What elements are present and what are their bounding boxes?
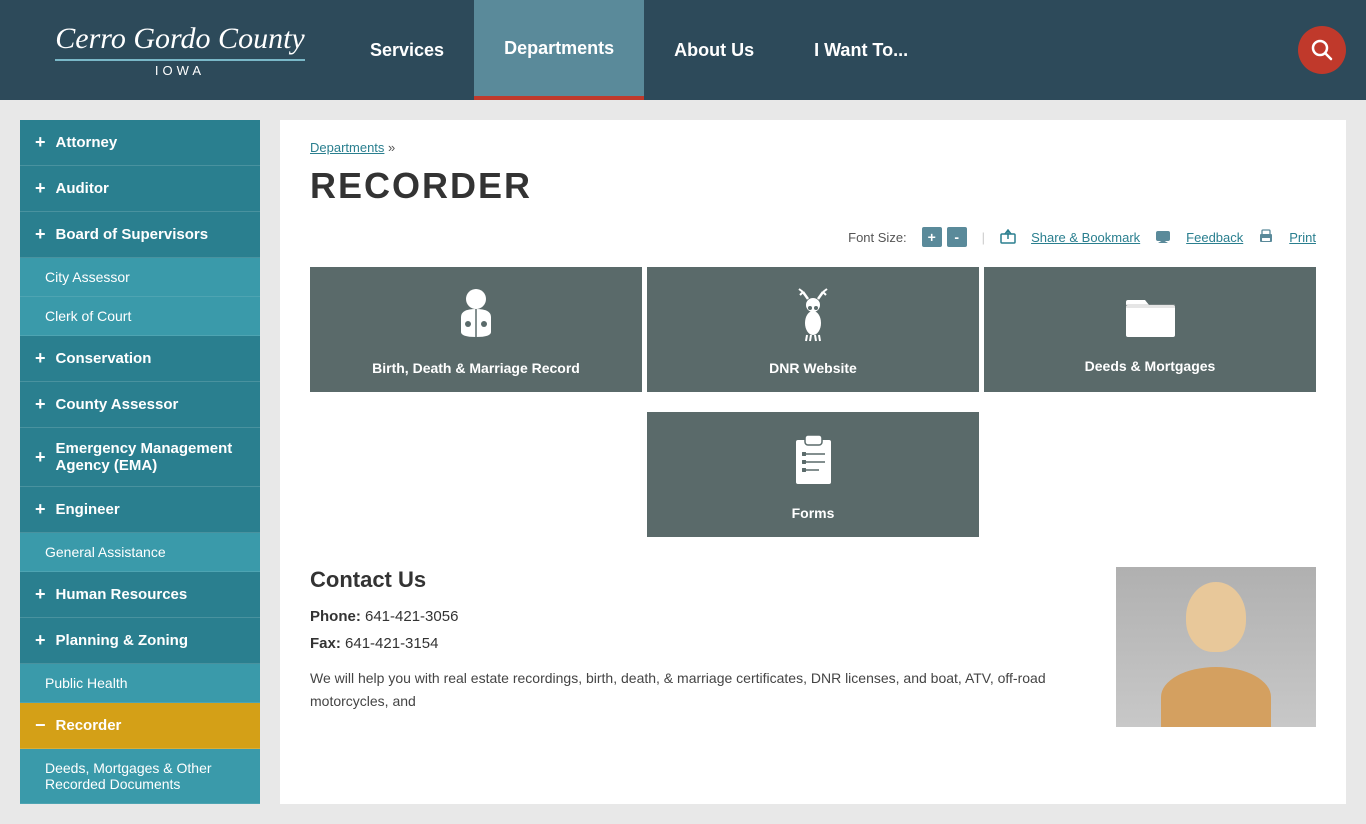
breadcrumb: Departments »: [310, 140, 1316, 155]
main-nav: Services Departments About Us I Want To.…: [340, 0, 1278, 100]
contact-description: We will help you with real estate record…: [310, 667, 1096, 712]
sidebar-item-deeds-mortgages[interactable]: Deeds, Mortgages & Other Recorded Docume…: [20, 749, 260, 804]
expand-icon: +: [35, 584, 46, 605]
sidebar: + Attorney + Auditor + Board of Supervis…: [20, 120, 260, 804]
sidebar-item-ema[interactable]: + Emergency Management Agency (EMA): [20, 428, 260, 487]
collapse-icon: −: [35, 715, 46, 736]
breadcrumb-separator: »: [388, 140, 395, 155]
deer-icon: [788, 287, 838, 349]
expand-icon: +: [35, 394, 46, 415]
nav-about-us[interactable]: About Us: [644, 0, 784, 100]
sidebar-item-conservation[interactable]: + Conservation: [20, 336, 260, 382]
logo-cursive: Cerro Gordo County: [55, 21, 304, 57]
site-header: Cerro Gordo County IOWA Services Departm…: [0, 0, 1366, 100]
card-forms[interactable]: Forms: [647, 412, 979, 537]
icon-grid-row1: Birth, Death & Marriage Record: [310, 267, 1316, 392]
card-label: Deeds & Mortgages: [1085, 357, 1216, 375]
icon-grid-row2: Forms: [310, 412, 1316, 537]
font-decrease-button[interactable]: -: [947, 227, 967, 247]
contact-section: Contact Us Phone: 641-421-3056 Fax: 641-…: [310, 567, 1316, 727]
font-increase-button[interactable]: +: [922, 227, 942, 247]
search-button[interactable]: [1298, 26, 1346, 74]
sidebar-item-recorder[interactable]: − Recorder: [20, 703, 260, 749]
nav-services[interactable]: Services: [340, 0, 474, 100]
card-birth-death-marriage[interactable]: Birth, Death & Marriage Record: [310, 267, 642, 392]
sidebar-item-human-resources[interactable]: + Human Resources: [20, 572, 260, 618]
sidebar-item-label: County Assessor: [56, 396, 179, 413]
person-image: [1116, 567, 1316, 727]
expand-icon: +: [35, 224, 46, 245]
toolbar-divider: |: [982, 230, 985, 245]
expand-icon: +: [35, 499, 46, 520]
print-link[interactable]: Print: [1289, 230, 1316, 245]
card-label: Birth, Death & Marriage Record: [372, 359, 580, 377]
contact-text: Contact Us Phone: 641-421-3056 Fax: 641-…: [310, 567, 1096, 727]
share-bookmark-link[interactable]: Share & Bookmark: [1031, 230, 1140, 245]
nav-departments[interactable]: Departments: [474, 0, 644, 100]
toolbar: Font Size: + - | Share & Bookmark Feedba…: [310, 227, 1316, 247]
sidebar-item-label: Conservation: [56, 350, 152, 367]
sidebar-item-attorney[interactable]: + Attorney: [20, 120, 260, 166]
sidebar-item-auditor[interactable]: + Auditor: [20, 166, 260, 212]
sidebar-item-county-assessor[interactable]: + County Assessor: [20, 382, 260, 428]
expand-icon: +: [35, 132, 46, 153]
page-container: + Attorney + Auditor + Board of Supervis…: [0, 100, 1366, 824]
sidebar-item-clerk-of-court[interactable]: Clerk of Court: [20, 297, 260, 336]
font-size-controls: + -: [922, 227, 967, 247]
card-label: DNR Website: [769, 359, 857, 377]
sidebar-item-label: Planning & Zoning: [56, 632, 188, 649]
logo-text: Cerro Gordo County IOWA: [55, 21, 304, 79]
sidebar-item-label: Auditor: [56, 180, 109, 197]
card-label: Forms: [792, 504, 835, 522]
contact-phone: Phone: 641-421-3056: [310, 608, 1096, 625]
expand-icon: +: [35, 447, 46, 468]
font-size-label: Font Size:: [848, 230, 907, 245]
sidebar-item-label: Engineer: [56, 501, 120, 518]
logo-area[interactable]: Cerro Gordo County IOWA: [20, 21, 340, 79]
sidebar-item-label: Deeds, Mortgages & Other Recorded Docume…: [45, 760, 245, 792]
sidebar-item-engineer[interactable]: + Engineer: [20, 487, 260, 533]
sidebar-item-planning-zoning[interactable]: + Planning & Zoning: [20, 618, 260, 664]
main-content: Departments » RECORDER Font Size: + - | …: [280, 120, 1346, 804]
nav-i-want-to[interactable]: I Want To...: [784, 0, 938, 100]
feedback-link[interactable]: Feedback: [1186, 230, 1243, 245]
sidebar-item-label: Clerk of Court: [45, 308, 131, 324]
contact-fax: Fax: 641-421-3154: [310, 635, 1096, 652]
contact-title: Contact Us: [310, 567, 1096, 593]
sidebar-item-label: General Assistance: [45, 544, 166, 560]
sidebar-item-city-assessor[interactable]: City Assessor: [20, 258, 260, 297]
expand-icon: +: [35, 178, 46, 199]
sidebar-item-board-of-supervisors[interactable]: + Board of Supervisors: [20, 212, 260, 258]
sidebar-item-label: City Assessor: [45, 269, 130, 285]
sidebar-item-label: Emergency Management Agency (EMA): [56, 440, 245, 474]
sidebar-item-public-health[interactable]: Public Health: [20, 664, 260, 703]
page-title: RECORDER: [310, 165, 1316, 207]
sidebar-item-label: Human Resources: [56, 586, 188, 603]
sidebar-item-label: Recorder: [56, 717, 122, 734]
contact-photo: [1116, 567, 1316, 727]
print-icon: [1258, 229, 1274, 245]
sidebar-item-label: Board of Supervisors: [56, 226, 209, 243]
folder-icon: [1123, 290, 1178, 347]
baby-icon: [451, 287, 501, 349]
expand-icon: +: [35, 348, 46, 369]
sidebar-item-label: Attorney: [56, 134, 118, 151]
card-deeds-mortgages[interactable]: Deeds & Mortgages: [984, 267, 1316, 392]
feedback-icon: [1155, 229, 1171, 245]
card-dnr-website[interactable]: DNR Website: [647, 267, 979, 392]
breadcrumb-link[interactable]: Departments: [310, 140, 384, 155]
clipboard-icon: [791, 432, 836, 494]
share-icon: [1000, 229, 1016, 245]
sidebar-item-label: Public Health: [45, 675, 128, 691]
logo-underline: [55, 59, 304, 61]
logo-state: IOWA: [55, 63, 304, 79]
expand-icon: +: [35, 630, 46, 651]
sidebar-item-general-assistance[interactable]: General Assistance: [20, 533, 260, 572]
